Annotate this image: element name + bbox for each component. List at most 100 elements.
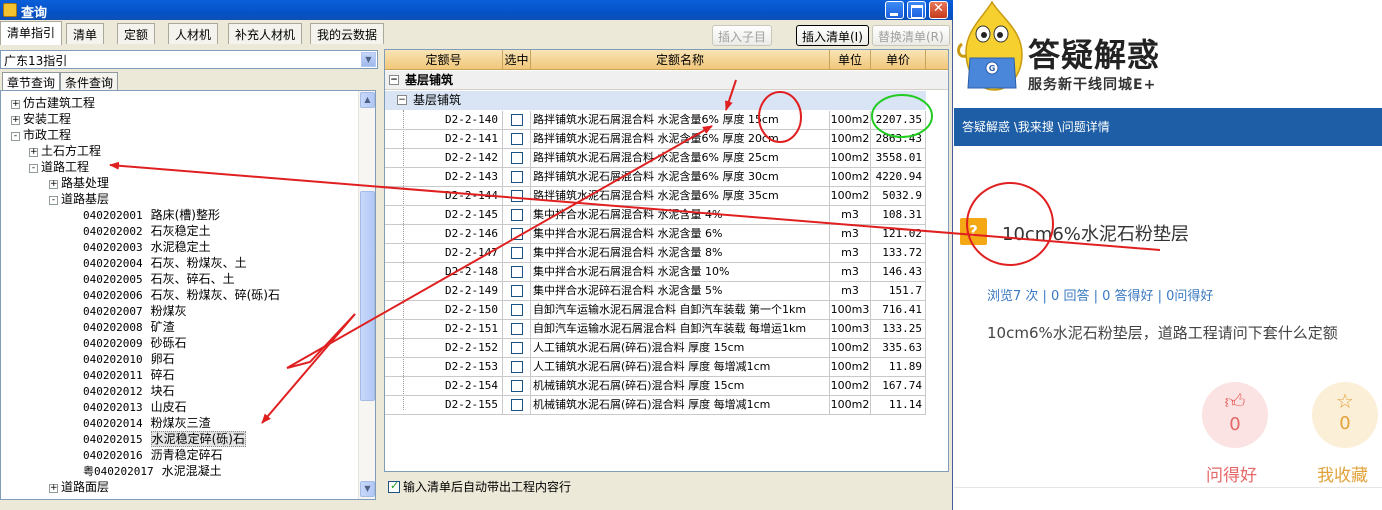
table-row[interactable]: D2-2-145 集中拌合水泥石屑混合料 水泥含量 4% m3 108.31 <box>385 206 926 225</box>
select-cell[interactable] <box>503 187 531 206</box>
select-cell[interactable] <box>503 111 531 130</box>
tree-item-code[interactable]: 040202010 卵石 <box>83 351 175 367</box>
tree-folder[interactable]: + 路基处理 <box>49 175 109 191</box>
table-row[interactable]: D2-2-149 集中拌合水泥碎石混合料 水泥含量 5% m3 151.7 <box>385 282 926 301</box>
table-row[interactable]: D2-2-141 路拌铺筑水泥石屑混合料 水泥含量6% 厚度 20cm 100m2 2… <box>385 130 926 149</box>
insert-list-button[interactable]: 插入清单(I) <box>796 25 869 46</box>
select-checkbox[interactable] <box>511 247 523 259</box>
expand-icon[interactable]: + <box>29 148 38 157</box>
tree-item-code[interactable]: 040202008 矿渣 <box>83 319 175 335</box>
select-checkbox[interactable] <box>511 323 523 335</box>
replace-list-button[interactable]: 替换清单(R) <box>872 25 950 46</box>
select-cell[interactable] <box>503 358 531 377</box>
scroll-thumb[interactable] <box>360 191 375 401</box>
guide-select[interactable]: 广东13指引 ▼ <box>0 50 378 69</box>
tree-item-code[interactable]: 040202006 石灰、粉煤灰、碎(砾)石 <box>83 287 280 303</box>
minimize-button[interactable] <box>885 1 904 19</box>
tree-folder[interactable]: - 道路基层 <box>49 191 109 207</box>
favorite-button[interactable]: ☆ 0 <box>1312 382 1378 448</box>
select-checkbox[interactable] <box>511 209 523 221</box>
scroll-up-icon[interactable]: ▲ <box>360 92 375 108</box>
table-row[interactable]: D2-2-140 路拌铺筑水泥石屑混合料 水泥含量6% 厚度 15cm 100m2 2… <box>385 111 926 130</box>
tree-item-code[interactable]: 040202011 碎石 <box>83 367 175 383</box>
select-cell[interactable] <box>503 206 531 225</box>
select-cell[interactable] <box>503 130 531 149</box>
expand-icon[interactable]: + <box>49 484 58 493</box>
tree-item-code[interactable]: 040202007 粉煤灰 <box>83 303 187 319</box>
select-checkbox[interactable] <box>511 266 523 278</box>
checkbox-checked-icon[interactable] <box>388 479 400 493</box>
tree-item-code[interactable]: 040202002 石灰稳定土 <box>83 223 211 239</box>
collapse-icon[interactable]: − <box>397 95 407 105</box>
favorite-label[interactable]: 我收藏 <box>1317 461 1368 486</box>
ask-good-label[interactable]: 问得好 <box>1206 461 1257 486</box>
table-row[interactable]: D2-2-154 机械铺筑水泥石屑(碎石)混合料 厚度 15cm 100m2 167.… <box>385 377 926 396</box>
col-quota-name[interactable]: 定额名称 <box>531 50 830 70</box>
select-checkbox[interactable] <box>511 190 523 202</box>
select-cell[interactable] <box>503 244 531 263</box>
table-row[interactable]: D2-2-153 人工铺筑水泥石屑(碎石)混合料 厚度 每增减1cm 100m2 11… <box>385 358 926 377</box>
auto-content-checkbox[interactable]: 输入清单后自动带出工程内容行 <box>388 478 571 494</box>
table-row[interactable]: D2-2-144 路拌铺筑水泥石屑混合料 水泥含量6% 厚度 35cm 100m2 5… <box>385 187 926 206</box>
tree-item-code[interactable]: 粤040202017 水泥混凝土 <box>83 463 222 479</box>
quota-grid[interactable]: 定额号 选中 定额名称 单位 单价 − 基层铺筑 − 基层铺筑 D2-2-140… <box>384 49 949 472</box>
insert-child-button[interactable]: 插入子目 <box>712 25 773 46</box>
close-button[interactable] <box>929 1 948 19</box>
tree-item-code[interactable]: 040202001 路床(槽)整形 <box>83 207 220 223</box>
scroll-down-icon[interactable]: ▼ <box>360 481 375 497</box>
window-titlebar[interactable]: 查询 <box>0 0 953 21</box>
collapse-icon[interactable]: - <box>11 132 20 141</box>
select-checkbox[interactable] <box>511 342 523 354</box>
expand-icon[interactable]: + <box>11 116 20 125</box>
tree-folder[interactable]: - 市政工程 <box>11 127 71 143</box>
tree-item-code[interactable]: 040202015 水泥稳定碎(砾)石 <box>83 431 246 447</box>
tab-my-cloud-data[interactable]: 我的云数据 <box>310 23 385 44</box>
table-row[interactable]: D2-2-152 人工铺筑水泥石屑(碎石)混合料 厚度 15cm 100m2 335.… <box>385 339 926 358</box>
select-checkbox[interactable] <box>511 285 523 297</box>
select-cell[interactable] <box>503 301 531 320</box>
tree-folder[interactable]: + 土石方工程 <box>29 143 101 159</box>
chapter-tree[interactable]: + 仿古建筑工程 + 安装工程 - 市政工程 + 土石方工程 - 道路工程 + 路基处理 - 道路基层 04… <box>0 90 376 500</box>
tree-item-code[interactable]: 040202013 山皮石 <box>83 399 187 415</box>
select-cell[interactable] <box>503 263 531 282</box>
select-cell[interactable] <box>503 320 531 339</box>
table-row[interactable]: D2-2-150 自卸汽车运输水泥石屑混合料 自卸汽车装载 第一个1km 100m3… <box>385 301 926 320</box>
tree-folder[interactable]: + 仿古建筑工程 <box>11 95 95 111</box>
table-row[interactable]: D2-2-151 自卸汽车运输水泥石屑混合料 自卸汽车装载 每增运1km 100m3… <box>385 320 926 339</box>
expand-icon[interactable]: + <box>49 180 58 189</box>
col-selected[interactable]: 选中 <box>503 50 531 70</box>
table-row[interactable]: D2-2-148 集中拌合水泥石屑混合料 水泥含量 10% m3 146.43 <box>385 263 926 282</box>
maximize-button[interactable] <box>907 1 926 19</box>
tab-list[interactable]: 清单 <box>66 23 105 44</box>
chevron-down-icon[interactable]: ▼ <box>361 52 376 67</box>
select-cell[interactable] <box>503 149 531 168</box>
collapse-icon[interactable]: - <box>49 196 58 205</box>
col-price[interactable]: 单价 <box>871 50 926 70</box>
ask-good-button[interactable]: 👍︎ 0 <box>1202 382 1268 448</box>
tree-item-code[interactable]: 040202016 沥青稳定碎石 <box>83 447 223 463</box>
tree-item-code[interactable]: 040202004 石灰、粉煤灰、土 <box>83 255 247 271</box>
tree-item-code[interactable]: 040202009 砂砾石 <box>83 335 187 351</box>
select-cell[interactable] <box>503 396 531 415</box>
tree-item-code[interactable]: 040202012 块石 <box>83 383 175 399</box>
tree-item-code[interactable]: 040202005 石灰、碎石、土 <box>83 271 235 287</box>
select-cell[interactable] <box>503 168 531 187</box>
select-checkbox[interactable] <box>511 133 523 145</box>
tab-labor-material[interactable]: 人材机 <box>168 23 219 44</box>
collapse-icon[interactable]: - <box>29 164 38 173</box>
col-quota-code[interactable]: 定额号 <box>385 50 503 70</box>
select-checkbox[interactable] <box>511 304 523 316</box>
select-cell[interactable] <box>503 282 531 301</box>
select-checkbox[interactable] <box>511 361 523 373</box>
expand-icon[interactable]: + <box>11 100 20 109</box>
col-unit[interactable]: 单位 <box>830 50 871 70</box>
table-row[interactable]: D2-2-143 路拌铺筑水泥石屑混合料 水泥含量6% 厚度 30cm 100m2 4… <box>385 168 926 187</box>
grid-subgroup-row[interactable]: − 基层铺筑 <box>385 91 926 110</box>
grid-group-row[interactable]: − 基层铺筑 <box>385 71 948 90</box>
tab-chapter-query[interactable]: 章节查询 <box>2 72 61 90</box>
table-row[interactable]: D2-2-147 集中拌合水泥石屑混合料 水泥含量 8% m3 133.72 <box>385 244 926 263</box>
select-checkbox[interactable] <box>511 152 523 164</box>
breadcrumb[interactable]: 答疑解惑 \我来搜 \问题详情 <box>954 108 1382 146</box>
select-checkbox[interactable] <box>511 399 523 411</box>
select-checkbox[interactable] <box>511 114 523 126</box>
